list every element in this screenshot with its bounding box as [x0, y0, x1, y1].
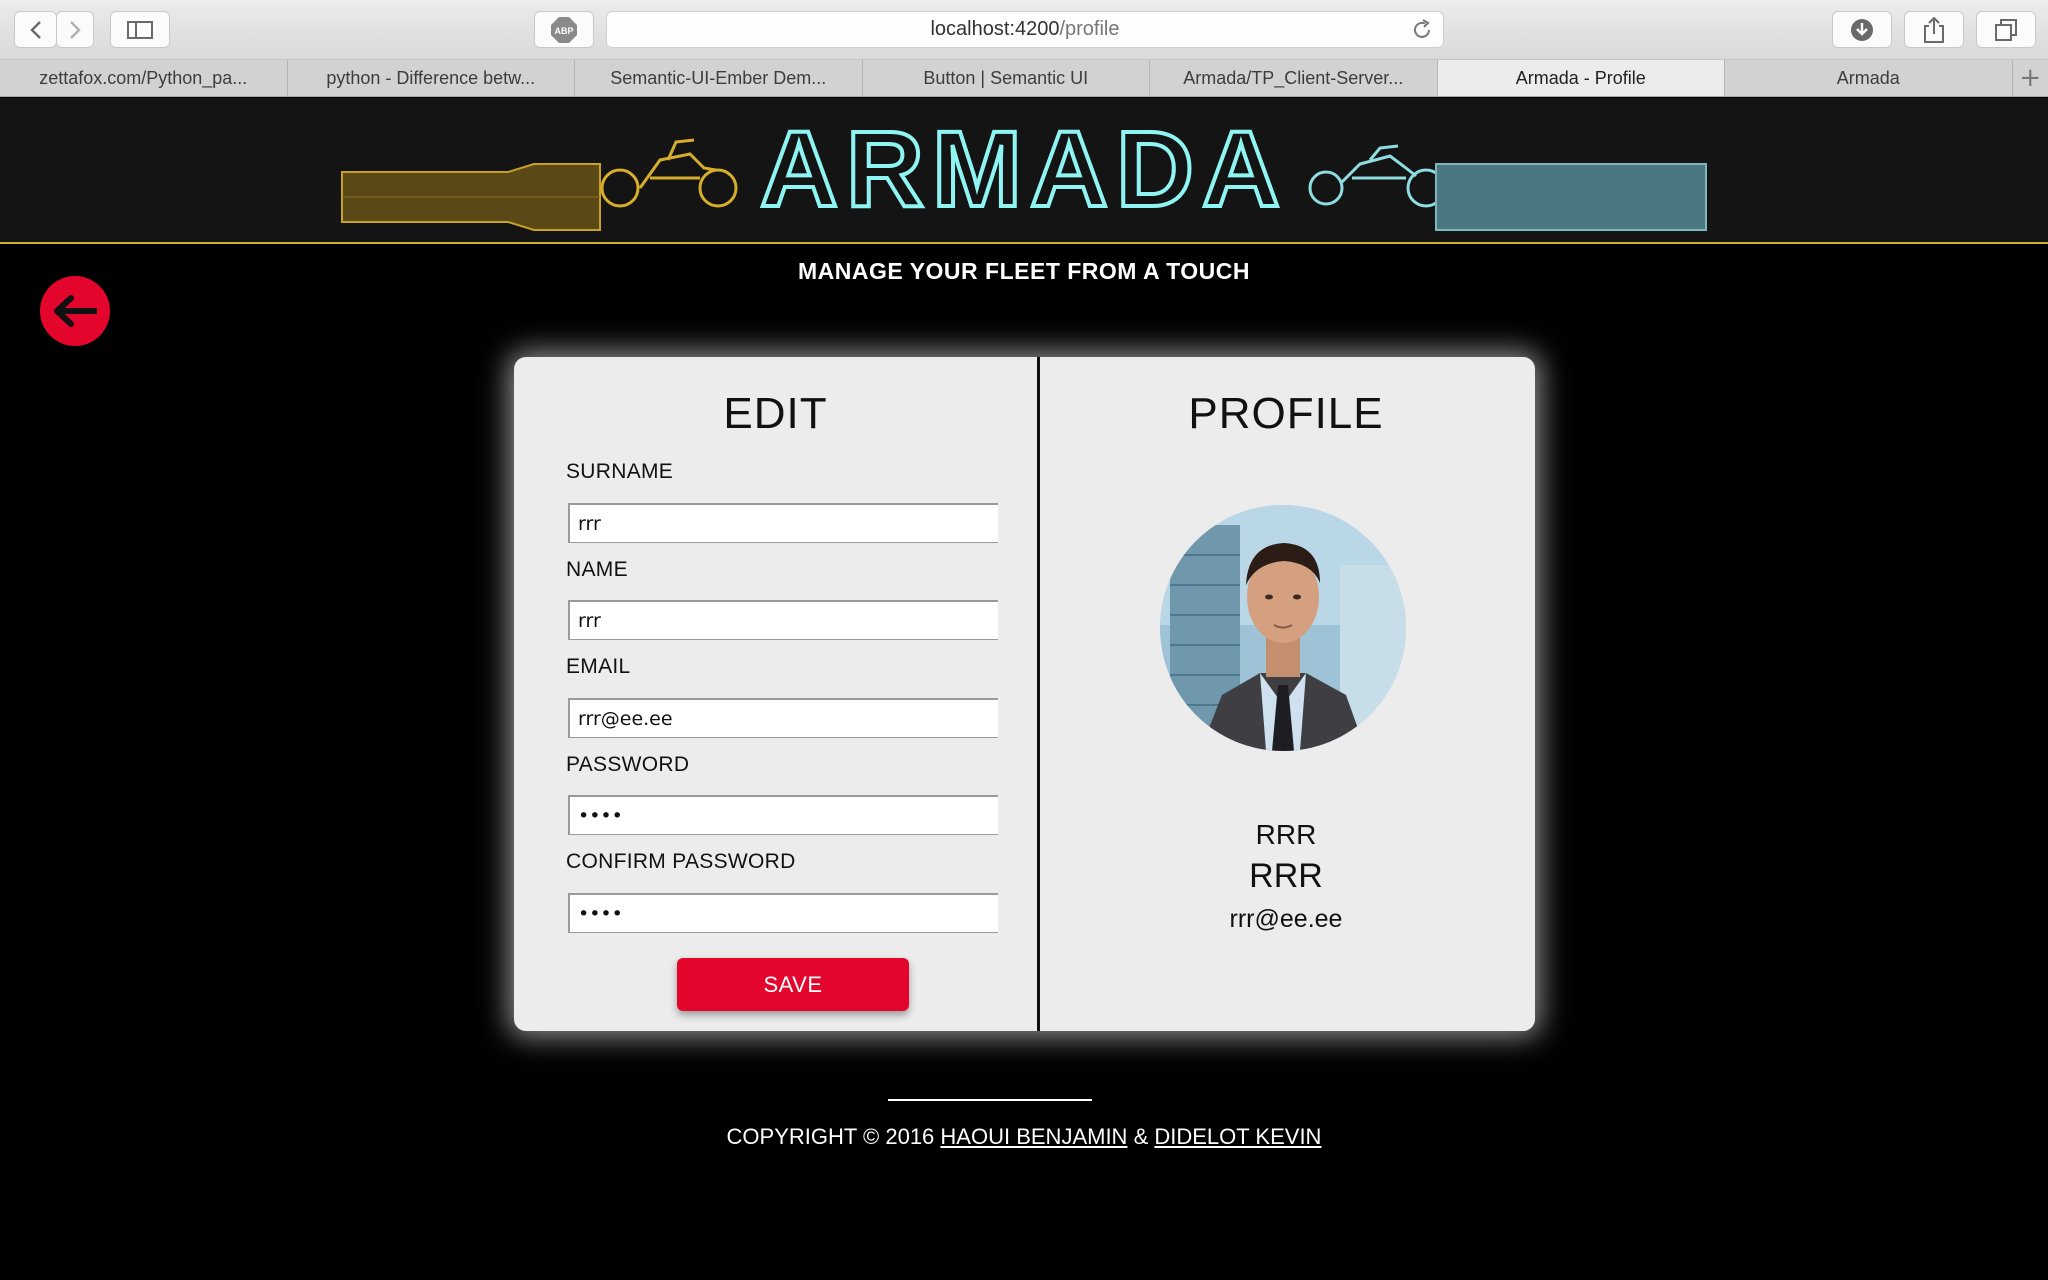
tagline: MANAGE YOUR FLEET FROM A TOUCH	[798, 258, 1250, 284]
name-input[interactable]	[568, 600, 998, 640]
reload-button[interactable]	[1411, 19, 1433, 47]
downloads-button[interactable]	[1832, 11, 1892, 48]
browser-tab[interactable]: python - Difference betw...	[287, 60, 575, 96]
surname-label: SURNAME	[566, 460, 674, 483]
email-label: EMAIL	[566, 655, 631, 678]
footer: COPYRIGHT © 2016 HAOUI BENJAMIN & DIDELO…	[0, 1124, 2048, 1150]
copyright-text: COPYRIGHT © 2016	[726, 1124, 941, 1149]
motorcycle-right-icon	[1308, 144, 1446, 208]
forward-nav-button[interactable]	[56, 11, 94, 48]
motorcycle-left-icon	[600, 138, 738, 208]
author-link-didelot[interactable]: DIDELOT KEVIN	[1154, 1124, 1321, 1149]
back-button[interactable]	[40, 276, 110, 346]
reload-icon	[1414, 19, 1430, 38]
url-host: localhost:4200	[930, 18, 1060, 40]
profile-name: RRR	[1249, 857, 1323, 895]
profile-card: EDIT SURNAME NAME EMAIL PASSWORD CONFIRM…	[514, 357, 1535, 1031]
share-button[interactable]	[1904, 11, 1964, 48]
site-header: ARMADA	[0, 98, 2048, 244]
url-path: /profile	[1059, 18, 1120, 40]
tabs-icon	[1995, 18, 2017, 41]
back-nav-button[interactable]	[14, 11, 57, 48]
armada-logo: ARMADA	[341, 106, 1707, 231]
new-tab-button[interactable]: +	[2012, 60, 2048, 96]
password-label: PASSWORD	[566, 753, 690, 776]
sidebar-toggle-button[interactable]	[110, 11, 170, 48]
profile-title: PROFILE	[1188, 389, 1384, 438]
logo-text: ARMADA	[760, 108, 1288, 229]
edit-title: EDIT	[723, 389, 828, 438]
browser-tab[interactable]: zettafox.com/Python_pa...	[0, 60, 288, 96]
footer-divider	[888, 1099, 1092, 1101]
adblock-label: ABP	[554, 26, 573, 36]
browser-tab[interactable]: Semantic-UI-Ember Dem...	[575, 60, 863, 96]
email-input[interactable]	[568, 698, 998, 738]
share-icon	[1924, 16, 1944, 43]
adblock-button[interactable]: ABP	[534, 11, 594, 48]
author-separator: &	[1127, 1124, 1155, 1149]
arrow-left-icon	[54, 295, 97, 327]
confirm-password-label: CONFIRM PASSWORD	[566, 850, 796, 873]
download-icon	[1851, 18, 1873, 41]
name-label: NAME	[566, 558, 628, 581]
url-bar[interactable]: localhost:4200/profile	[606, 11, 1444, 48]
profile-surname: RRR	[1255, 819, 1317, 850]
left-trail-graphic	[341, 163, 601, 231]
save-button[interactable]: SAVE	[677, 958, 909, 1011]
adblock-icon: ABP	[551, 16, 577, 43]
browser-tab-active[interactable]: Armada - Profile	[1437, 60, 1725, 96]
profile-email: rrr@ee.ee	[1229, 905, 1343, 933]
chevron-left-icon	[29, 20, 41, 39]
tab-bar: zettafox.com/Python_pa... python - Diffe…	[0, 60, 2048, 97]
chevron-right-icon	[70, 20, 81, 39]
confirm-password-input[interactable]	[568, 893, 998, 933]
right-trail-graphic	[1435, 163, 1707, 231]
browser-toolbar: ABP localhost:4200/profile	[0, 0, 2048, 60]
password-input[interactable]	[568, 795, 998, 835]
author-link-haoui[interactable]: HAOUI BENJAMIN	[940, 1124, 1127, 1149]
browser-tab[interactable]: Armada	[1725, 60, 2013, 96]
avatar	[1160, 505, 1406, 751]
edit-panel: EDIT SURNAME NAME EMAIL PASSWORD CONFIRM…	[514, 357, 1040, 1031]
profile-panel: PROFILE RRR RRR rrr@ee.ee	[1040, 357, 1532, 1031]
sidebar-icon	[127, 20, 153, 39]
browser-tab[interactable]: Armada/TP_Client-Server...	[1150, 60, 1438, 96]
surname-input[interactable]	[568, 503, 998, 543]
browser-tab[interactable]: Button | Semantic UI	[862, 60, 1150, 96]
tab-overview-button[interactable]	[1976, 11, 2036, 48]
avatar-image	[1160, 505, 1406, 751]
